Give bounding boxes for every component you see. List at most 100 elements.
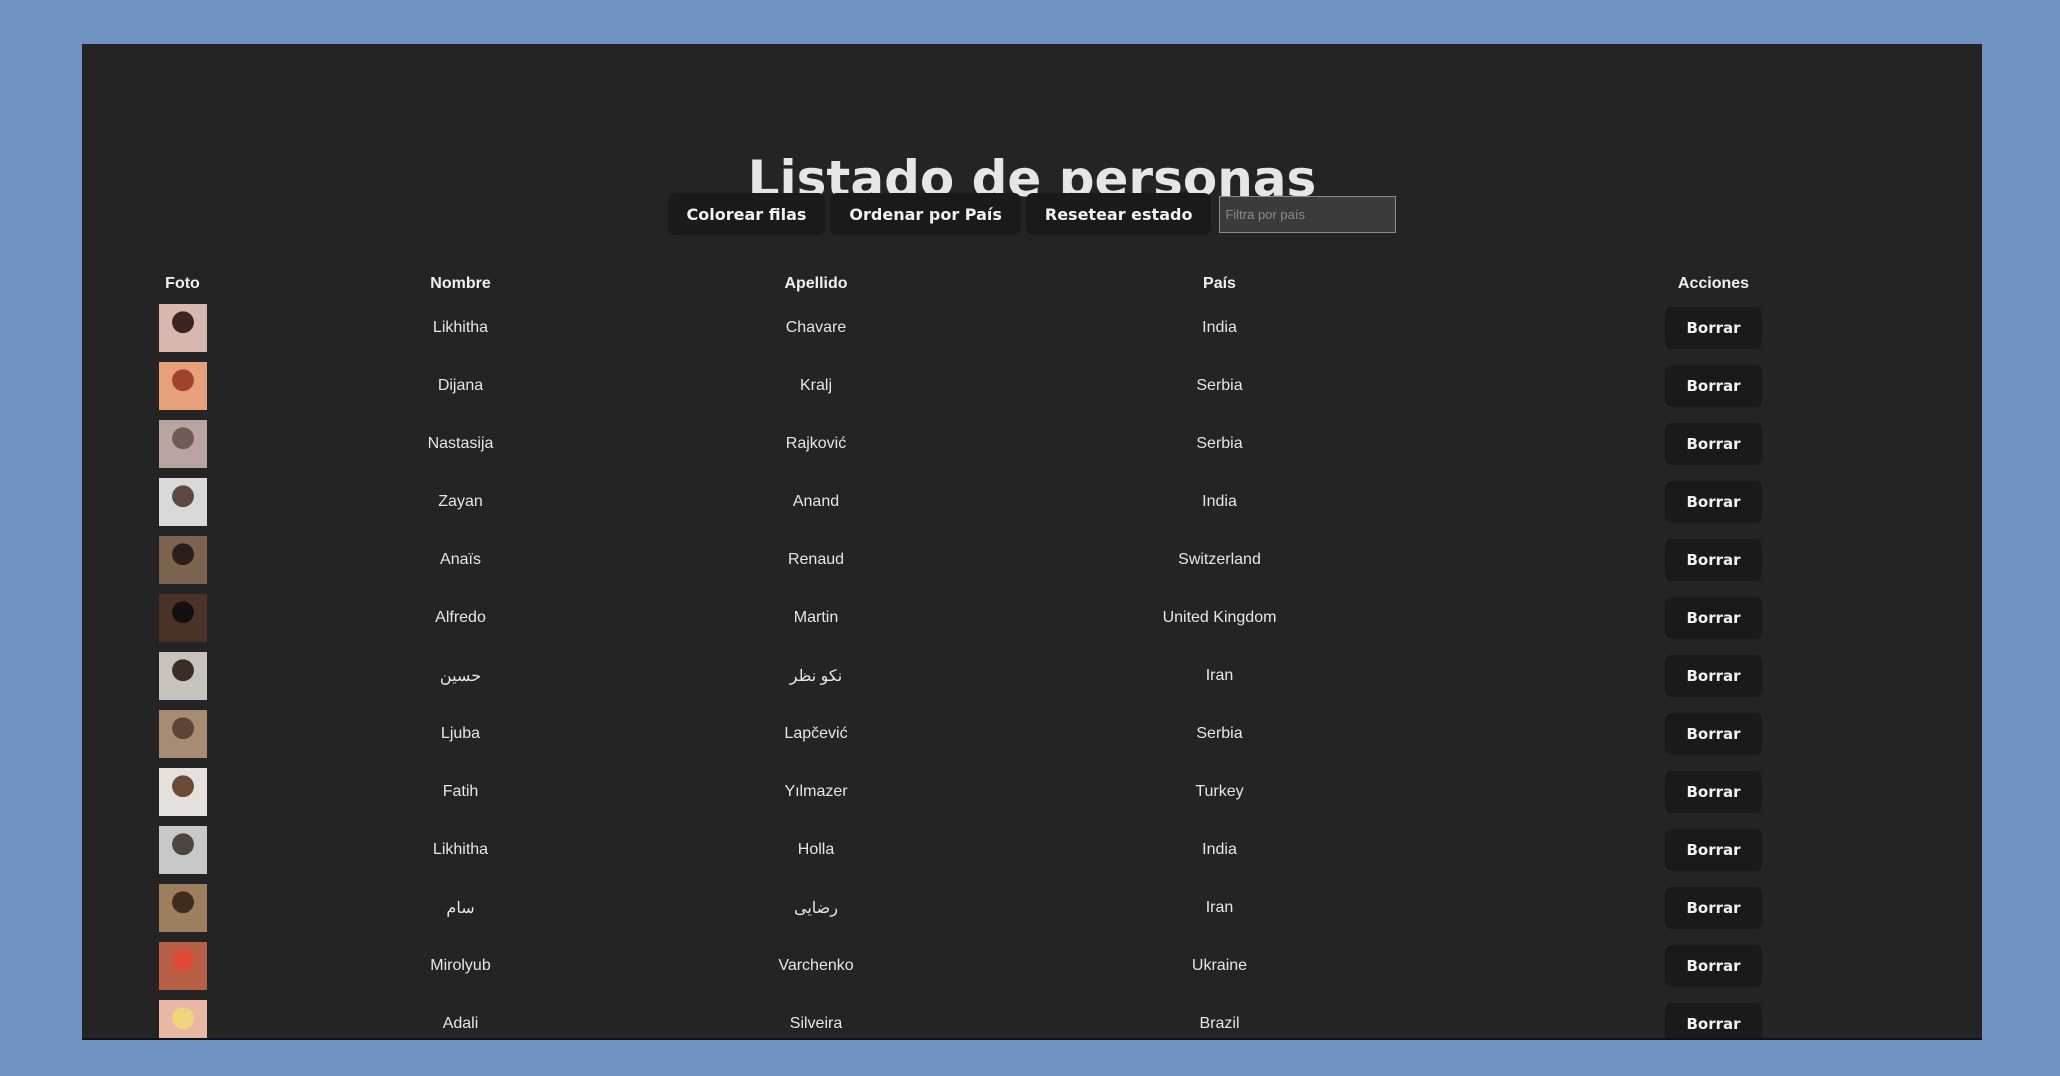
table-row: Dijana Kralj Serbia Borrar bbox=[82, 357, 1982, 415]
photo-cell bbox=[82, 647, 283, 705]
delete-button[interactable]: Borrar bbox=[1665, 307, 1762, 349]
table-row: Ljuba Lapčević Serbia Borrar bbox=[82, 705, 1982, 763]
table-row: Mirolyub Varchenko Ukraine Borrar bbox=[82, 937, 1982, 995]
table-row: Anaïs Renaud Switzerland Borrar bbox=[82, 531, 1982, 589]
column-header-name: Nombre bbox=[430, 275, 491, 292]
country-cell: Turkey bbox=[1195, 783, 1244, 800]
first-name-cell: سام bbox=[446, 900, 475, 917]
photo-cell bbox=[82, 879, 283, 937]
avatar bbox=[158, 478, 207, 526]
app-window: Listado de personas Colorear filas Orden… bbox=[82, 44, 1982, 1040]
delete-button[interactable]: Borrar bbox=[1665, 1003, 1762, 1038]
first-name-cell: Dijana bbox=[437, 377, 484, 394]
last-name-cell: Kralj bbox=[799, 377, 832, 394]
avatar bbox=[158, 536, 207, 584]
avatar bbox=[158, 1000, 207, 1038]
first-name-cell: Mirolyub bbox=[430, 957, 491, 974]
actions-cell: Borrar bbox=[1445, 879, 1982, 937]
last-name-cell: Yılmazer bbox=[784, 783, 848, 800]
last-name-cell: Varchenko bbox=[778, 957, 854, 974]
country-cell: Brazil bbox=[1199, 1015, 1240, 1032]
actions-cell: Borrar bbox=[1445, 763, 1982, 821]
first-name-cell: Ljuba bbox=[440, 725, 481, 742]
delete-button[interactable]: Borrar bbox=[1665, 597, 1762, 639]
actions-cell: Borrar bbox=[1445, 531, 1982, 589]
actions-cell: Borrar bbox=[1445, 473, 1982, 531]
people-table: Foto Nombre Apellido País Acciones Likhi… bbox=[82, 269, 1982, 1038]
delete-button[interactable]: Borrar bbox=[1665, 481, 1762, 523]
photo-cell bbox=[82, 357, 283, 415]
actions-cell: Borrar bbox=[1445, 299, 1982, 357]
actions-cell: Borrar bbox=[1445, 995, 1982, 1038]
avatar bbox=[158, 304, 207, 352]
table-row: Zayan Anand India Borrar bbox=[82, 473, 1982, 531]
photo-cell bbox=[82, 763, 283, 821]
reset-state-button[interactable]: Resetear estado bbox=[1025, 193, 1212, 235]
people-table-body: Likhitha Chavare India Borrar Dijana Kralj Ser… bbox=[82, 299, 1982, 1038]
last-name-cell: Silveira bbox=[789, 1015, 843, 1032]
avatar bbox=[158, 884, 207, 932]
avatar bbox=[158, 710, 207, 758]
avatar bbox=[158, 942, 207, 990]
avatar bbox=[158, 362, 207, 410]
actions-cell: Borrar bbox=[1445, 647, 1982, 705]
last-name-cell: Anand bbox=[792, 493, 840, 510]
last-name-cell: Rajković bbox=[785, 435, 847, 452]
actions-cell: Borrar bbox=[1445, 821, 1982, 879]
table-row: Alfredo Martin United Kingdom Borrar bbox=[82, 589, 1982, 647]
last-name-cell: Holla bbox=[797, 841, 835, 858]
delete-button[interactable]: Borrar bbox=[1665, 771, 1762, 813]
table-row: Likhitha Chavare India Borrar bbox=[82, 299, 1982, 357]
country-cell: Iran bbox=[1205, 667, 1234, 684]
country-cell: India bbox=[1202, 493, 1237, 510]
photo-cell bbox=[82, 937, 283, 995]
delete-button[interactable]: Borrar bbox=[1665, 539, 1762, 581]
photo-cell bbox=[82, 821, 283, 879]
country-cell: Serbia bbox=[1196, 377, 1243, 394]
table-row: حسین نکو نظر Iran Borrar bbox=[82, 647, 1982, 705]
delete-button[interactable]: Borrar bbox=[1665, 423, 1762, 465]
table-row: Fatih Yılmazer Turkey Borrar bbox=[82, 763, 1982, 821]
table-row: Adali Silveira Brazil Borrar bbox=[82, 995, 1982, 1038]
first-name-cell: Fatih bbox=[442, 783, 479, 800]
actions-cell: Borrar bbox=[1445, 937, 1982, 995]
photo-cell bbox=[82, 589, 283, 647]
delete-button[interactable]: Borrar bbox=[1665, 887, 1762, 929]
column-header-actions: Acciones bbox=[1677, 275, 1750, 292]
country-cell: Switzerland bbox=[1178, 551, 1261, 568]
delete-button[interactable]: Borrar bbox=[1665, 945, 1762, 987]
country-cell: Iran bbox=[1205, 899, 1234, 916]
last-name-cell: رضایی bbox=[794, 900, 838, 917]
country-filter-input[interactable] bbox=[1219, 195, 1397, 233]
actions-cell: Borrar bbox=[1445, 705, 1982, 763]
delete-button[interactable]: Borrar bbox=[1665, 365, 1762, 407]
last-name-cell: Lapčević bbox=[784, 725, 848, 742]
toolbar: Colorear filas Ordenar por País Resetear… bbox=[82, 193, 1982, 235]
sort-by-country-button[interactable]: Ordenar por País bbox=[830, 193, 1021, 235]
last-name-cell: نکو نظر bbox=[789, 668, 843, 685]
table-row: Likhitha Holla India Borrar bbox=[82, 821, 1982, 879]
last-name-cell: Chavare bbox=[785, 319, 847, 336]
actions-cell: Borrar bbox=[1445, 415, 1982, 473]
actions-cell: Borrar bbox=[1445, 357, 1982, 415]
column-header-surname: Apellido bbox=[784, 275, 848, 292]
avatar bbox=[158, 420, 207, 468]
country-cell: India bbox=[1202, 319, 1237, 336]
country-cell: United Kingdom bbox=[1162, 609, 1277, 626]
photo-cell bbox=[82, 299, 283, 357]
avatar bbox=[158, 826, 207, 874]
first-name-cell: Zayan bbox=[438, 493, 483, 510]
last-name-cell: Martin bbox=[793, 609, 839, 626]
photo-cell bbox=[82, 531, 283, 589]
photo-cell bbox=[82, 415, 283, 473]
avatar bbox=[158, 652, 207, 700]
table-row: سام رضایی Iran Borrar bbox=[82, 879, 1982, 937]
delete-button[interactable]: Borrar bbox=[1665, 655, 1762, 697]
first-name-cell: Nastasija bbox=[427, 435, 494, 452]
color-rows-button[interactable]: Colorear filas bbox=[667, 193, 826, 235]
delete-button[interactable]: Borrar bbox=[1665, 829, 1762, 871]
avatar bbox=[158, 594, 207, 642]
delete-button[interactable]: Borrar bbox=[1665, 713, 1762, 755]
country-cell: Serbia bbox=[1196, 435, 1243, 452]
first-name-cell: حسین bbox=[439, 668, 482, 685]
